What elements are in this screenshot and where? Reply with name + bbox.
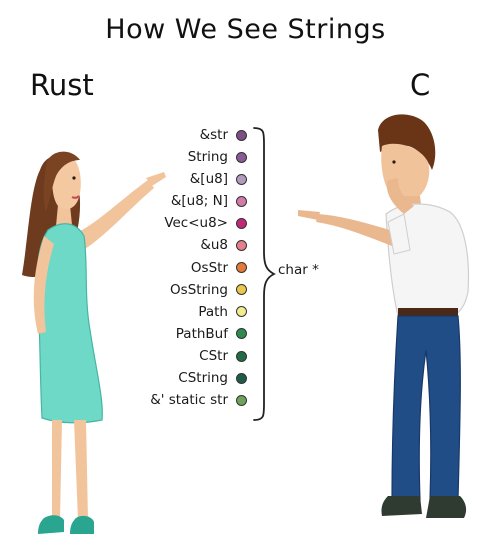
type-label-osstring: OsString (170, 281, 228, 298)
type-color-dot (236, 217, 247, 229)
type-label-u8-array: &[u8; N] (170, 193, 228, 210)
type-color-dot (236, 372, 247, 384)
type-label-u8-slice: &[u8] (189, 171, 228, 188)
type-label-vec-u8: Vec<u8> (164, 215, 228, 232)
type-color-dot (236, 350, 247, 362)
type-label-cstring: CString (178, 370, 228, 387)
c-char-pointer-label: char * (278, 262, 319, 278)
man-pointing-figure (298, 114, 470, 518)
type-color-dot (236, 173, 247, 185)
type-label-u8-ref: &u8 (200, 237, 228, 254)
rust-string-type-list: &str String &[u8] &[u8; N] Vec<u8> &u8 O… (110, 124, 228, 411)
comic-stage: How We See Strings Rust C &str String &[… (0, 0, 491, 553)
type-label-osstr: OsStr (190, 259, 228, 276)
type-label-static-str: &' static str (150, 392, 228, 409)
type-label-str-ref: &str (199, 127, 228, 143)
type-label-pathbuf: PathBuf (175, 325, 228, 342)
type-label-cstr: CStr (199, 347, 228, 364)
type-label-path: Path (198, 303, 228, 320)
curly-brace-icon (253, 127, 277, 421)
type-label-string: String (187, 149, 228, 166)
type-color-dot (236, 195, 247, 207)
type-color-dot (236, 151, 247, 163)
type-color-dot (236, 240, 247, 251)
type-color-dot (236, 129, 247, 141)
type-color-dot (236, 394, 247, 406)
